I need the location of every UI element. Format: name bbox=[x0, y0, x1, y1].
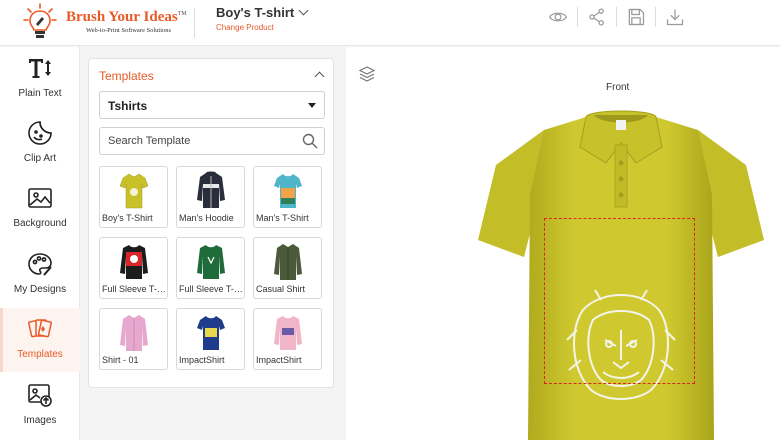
template-card[interactable]: Full Sleeve T-Shirt bbox=[99, 237, 168, 299]
sidebar-item-label: Plain Text bbox=[18, 88, 62, 99]
template-card[interactable]: ImpactShirt bbox=[176, 308, 245, 370]
brand-logo[interactable]: Brush Your IdeasTM Web-to-Print Software… bbox=[20, 0, 190, 46]
brand-tagline: Web-to-Print Software Solutions bbox=[86, 27, 172, 34]
product-selector[interactable]: Boy's T-shirt Change Product bbox=[216, 5, 309, 32]
chevron-up-icon[interactable] bbox=[314, 71, 325, 82]
template-card[interactable]: Full Sleeve T-Shirt bbox=[176, 237, 245, 299]
palette-icon bbox=[28, 253, 52, 276]
lightbulb-logo-icon bbox=[23, 3, 57, 38]
brand-name: Brush Your IdeasTM bbox=[66, 9, 187, 25]
templates-panel: Templates Tshirts Boy's T-Shirt Man's Ho… bbox=[88, 58, 334, 388]
save-icon bbox=[628, 8, 645, 26]
template-search bbox=[99, 127, 325, 155]
sidebar-item-background[interactable]: Background bbox=[0, 177, 80, 241]
template-card[interactable]: Man's T-Shirt bbox=[253, 166, 322, 228]
template-name: Boy's T-Shirt bbox=[102, 213, 153, 223]
full-sleeve-thumbnail bbox=[120, 245, 148, 279]
sidebar-item-label: Clip Art bbox=[23, 153, 57, 164]
casual-shirt-thumbnail bbox=[274, 244, 302, 280]
layers-icon[interactable] bbox=[358, 65, 376, 83]
view-label: Front bbox=[606, 82, 630, 93]
template-name: ImpactShirt bbox=[256, 355, 302, 365]
search-icon[interactable] bbox=[302, 133, 318, 149]
clipart-icon bbox=[28, 121, 52, 145]
sidebar-item-images[interactable]: Images bbox=[0, 374, 80, 438]
tool-sidebar: Plain Text Clip Art Background My Design… bbox=[0, 47, 80, 440]
polo-thumbnail bbox=[119, 173, 149, 209]
change-product-link[interactable]: Change Product bbox=[216, 23, 307, 32]
sidebar-item-my-designs[interactable]: My Designs bbox=[0, 243, 80, 307]
sidebar-item-label: My Designs bbox=[13, 284, 67, 295]
template-name: Man's Hoodie bbox=[179, 213, 234, 223]
panel-title: Templates bbox=[99, 69, 154, 83]
shirt-thumbnail bbox=[120, 315, 148, 351]
tshirt-thumbnail bbox=[274, 174, 302, 208]
template-name: Full Sleeve T-Shirt bbox=[102, 284, 167, 294]
template-name: Casual Shirt bbox=[256, 284, 306, 294]
template-card[interactable]: Casual Shirt bbox=[253, 237, 322, 299]
selected-category: Tshirts bbox=[108, 99, 148, 113]
sidebar-item-plain-text[interactable]: Plain Text bbox=[0, 47, 80, 111]
template-card[interactable]: Boy's T-Shirt bbox=[99, 166, 168, 228]
sidebar-item-clip-art[interactable]: Clip Art bbox=[0, 112, 80, 176]
sidebar-item-label: Images bbox=[23, 415, 57, 426]
template-name: ImpactShirt bbox=[179, 355, 225, 365]
sidebar-item-label: Background bbox=[13, 218, 67, 229]
preview-button[interactable] bbox=[539, 6, 577, 28]
print-area-boundary[interactable] bbox=[544, 218, 695, 384]
save-button[interactable] bbox=[617, 6, 655, 28]
share-icon bbox=[589, 8, 604, 26]
templates-icon bbox=[28, 319, 52, 338]
template-card[interactable]: ImpactShirt bbox=[253, 308, 322, 370]
header-divider bbox=[194, 8, 195, 38]
sidebar-item-label: Templates bbox=[17, 349, 63, 360]
template-name: Man's T-Shirt bbox=[256, 213, 309, 223]
eye-icon bbox=[548, 12, 568, 22]
image-icon bbox=[28, 188, 52, 208]
product-name[interactable]: Boy's T-shirt bbox=[216, 5, 309, 20]
template-name: Shirt - 01 bbox=[102, 355, 139, 365]
tshirt-thumbnail bbox=[197, 316, 225, 350]
sidebar-item-templates[interactable]: Templates bbox=[0, 308, 80, 372]
caret-down-icon bbox=[308, 103, 316, 108]
template-card[interactable]: Man's Hoodie bbox=[176, 166, 245, 228]
header-actions bbox=[539, 6, 694, 28]
download-icon bbox=[666, 9, 684, 26]
design-canvas[interactable]: Front bbox=[346, 47, 780, 440]
share-button[interactable] bbox=[578, 6, 616, 28]
top-header: Brush Your IdeasTM Web-to-Print Software… bbox=[0, 0, 780, 46]
upload-image-icon bbox=[28, 384, 52, 407]
chevron-down-icon bbox=[298, 5, 309, 16]
template-name: Full Sleeve T-Shirt bbox=[179, 284, 244, 294]
hoodie-thumbnail bbox=[197, 171, 225, 208]
template-card[interactable]: Shirt - 01 bbox=[99, 308, 168, 370]
search-input[interactable] bbox=[100, 128, 296, 154]
text-icon bbox=[29, 59, 51, 78]
download-button[interactable] bbox=[656, 6, 694, 28]
full-sleeve-thumbnail bbox=[197, 245, 225, 279]
template-category-select[interactable]: Tshirts bbox=[99, 91, 325, 119]
full-sleeve-thumbnail bbox=[274, 316, 302, 350]
